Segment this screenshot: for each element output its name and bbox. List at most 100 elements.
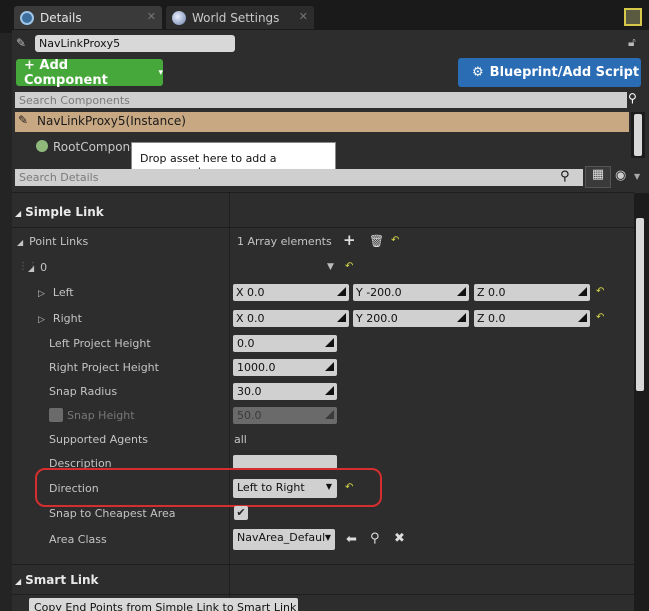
actor-name-field[interactable]: NavLinkProxy5 <box>35 35 235 52</box>
drag-corner-icon <box>325 362 334 371</box>
right-project-height-label: Right Project Height <box>49 361 159 374</box>
expand-arrow-icon: ◢ <box>17 238 24 247</box>
clear-icon[interactable]: ✖ <box>394 531 405 546</box>
search-details-input[interactable]: Search Details <box>15 169 583 186</box>
snap-radius-field[interactable]: 30.0 <box>233 383 337 400</box>
snap-height-field: 50.0 <box>233 407 337 424</box>
expand-arrow-icon: ▷ <box>38 289 45 299</box>
drag-corner-icon <box>578 287 587 296</box>
actor-icon: ✎ <box>16 36 27 50</box>
gears-icon: ⚙ <box>472 65 484 80</box>
description-field[interactable] <box>233 455 337 469</box>
snap-height-label: Snap Height <box>67 409 135 422</box>
blueprint-add-script-button[interactable]: ⚙ Blueprint/Add Script <box>458 58 641 87</box>
magnifier-icon <box>20 10 34 25</box>
supported-agents-label: Supported Agents <box>49 433 149 446</box>
browse-search-icon[interactable]: ⚲ <box>370 531 380 546</box>
tab-world-settings[interactable]: World Settings ✕ <box>166 6 314 29</box>
divider <box>12 227 634 228</box>
trash-icon[interactable]: 🗑︎ <box>369 234 384 248</box>
section-title: Simple Link <box>25 205 104 219</box>
details-scrollbar[interactable] <box>636 218 644 391</box>
snap-cheapest-checkbox[interactable]: ✔ <box>234 506 248 520</box>
left-row[interactable]: ▷ Left <box>38 286 74 299</box>
drag-corner-icon <box>325 410 334 419</box>
tab-details-label: Details <box>40 10 82 25</box>
expand-arrow-icon: ▷ <box>38 315 45 325</box>
supported-agents-value[interactable]: all <box>234 433 247 446</box>
direction-dropdown[interactable]: Left to Right ▼ <box>233 479 337 498</box>
left-y-field[interactable]: Y -200.0 <box>353 284 469 301</box>
chevron-down-icon[interactable]: ▼ <box>327 262 334 272</box>
direction-label: Direction <box>49 482 99 495</box>
chevron-down-icon: ▼ <box>325 482 332 491</box>
right-y-field[interactable]: Y 200.0 <box>353 310 469 327</box>
reset-icon[interactable]: ↶ <box>596 312 604 323</box>
chevron-down-icon[interactable]: ▼ <box>634 172 640 181</box>
array-count: 1 Array elements <box>237 235 332 248</box>
use-selected-arrow-icon[interactable]: ⬅ <box>346 532 357 547</box>
tab-details[interactable]: Details ✕ <box>14 6 162 29</box>
divider <box>12 594 634 595</box>
scene-component-icon <box>36 140 48 152</box>
eye-icon[interactable]: ◉ <box>615 168 626 183</box>
section-smart-link[interactable]: ◢ Smart Link <box>15 573 99 587</box>
right-z-field[interactable]: Z 0.0 <box>474 310 590 327</box>
left-z-field[interactable]: Z 0.0 <box>474 284 590 301</box>
area-class-dropdown[interactable]: NavArea_Default ▼ <box>233 529 335 550</box>
close-icon[interactable]: ✕ <box>147 10 156 23</box>
snap-cheapest-label: Snap to Cheapest Area <box>49 507 176 520</box>
divider <box>12 192 634 193</box>
section-simple-link[interactable]: ◢ Simple Link <box>15 205 104 219</box>
drag-corner-icon <box>457 313 466 322</box>
snap-height-checkbox[interactable] <box>49 408 63 422</box>
left-project-height-label: Left Project Height <box>49 337 151 350</box>
left-x-field[interactable]: X 0.0 <box>233 284 349 301</box>
grid-icon[interactable] <box>624 8 642 26</box>
area-class-label: Area Class <box>49 533 107 546</box>
reset-icon[interactable]: ↶ <box>345 261 353 272</box>
drag-corner-icon <box>325 386 334 395</box>
components-scrollbar[interactable] <box>634 114 642 156</box>
close-icon[interactable]: ✕ <box>299 10 308 23</box>
expand-arrow-icon: ◢ <box>28 264 35 273</box>
right-x-field[interactable]: X 0.0 <box>233 310 349 327</box>
right-label: Right <box>52 312 82 325</box>
add-element-icon[interactable]: + <box>343 231 356 249</box>
left-label: Left <box>52 286 74 299</box>
right-project-height-field[interactable]: 1000.0 <box>233 359 337 376</box>
snap-radius-label: Snap Radius <box>49 385 118 398</box>
drag-corner-icon <box>325 338 334 347</box>
blueprint-label: Blueprint/Add Script <box>489 65 640 80</box>
copy-end-points-button[interactable]: Copy End Points from Simple Link to Smar… <box>29 598 298 611</box>
globe-icon <box>172 10 186 25</box>
search-components-input[interactable]: Search Components <box>15 92 627 108</box>
reset-icon[interactable]: ↶ <box>391 235 399 246</box>
section-title: Smart Link <box>25 573 99 587</box>
search-icon: ⚲ <box>560 169 570 184</box>
drag-corner-icon <box>337 287 346 296</box>
point-links-row[interactable]: ◢ Point Links <box>17 235 88 248</box>
column-divider <box>229 193 230 611</box>
reset-icon[interactable]: ↶ <box>345 482 353 493</box>
chevron-down-icon: ▾ <box>158 67 163 78</box>
divider <box>12 564 634 565</box>
left-project-height-field[interactable]: 0.0 <box>233 335 337 352</box>
drag-corner-icon <box>457 287 466 296</box>
drag-corner-icon <box>337 313 346 322</box>
reset-icon[interactable]: ↶ <box>596 286 604 297</box>
collapse-arrow-icon: ◢ <box>15 209 22 218</box>
drag-corner-icon <box>578 313 587 322</box>
add-component-button[interactable]: + Add Component ▾ <box>16 57 163 88</box>
view-options-icon[interactable]: ▦ <box>585 166 611 188</box>
point-links-label: Point Links <box>29 235 89 248</box>
index-row[interactable]: ◢ 0 <box>28 261 47 274</box>
collapse-arrow-icon: ◢ <box>15 577 22 586</box>
component-instance-row[interactable]: ✎ NavLinkProxy5(Instance) <box>15 112 629 132</box>
root-component-item[interactable]: RootCompone <box>53 140 138 154</box>
search-icon: ⚲ <box>628 91 637 105</box>
right-row[interactable]: ▷ Right <box>38 312 82 325</box>
lock-icon[interactable]: 🔓︎ <box>628 35 636 50</box>
add-component-label: + Add Component <box>24 57 108 88</box>
component-instance-label: NavLinkProxy5(Instance) <box>37 114 186 128</box>
